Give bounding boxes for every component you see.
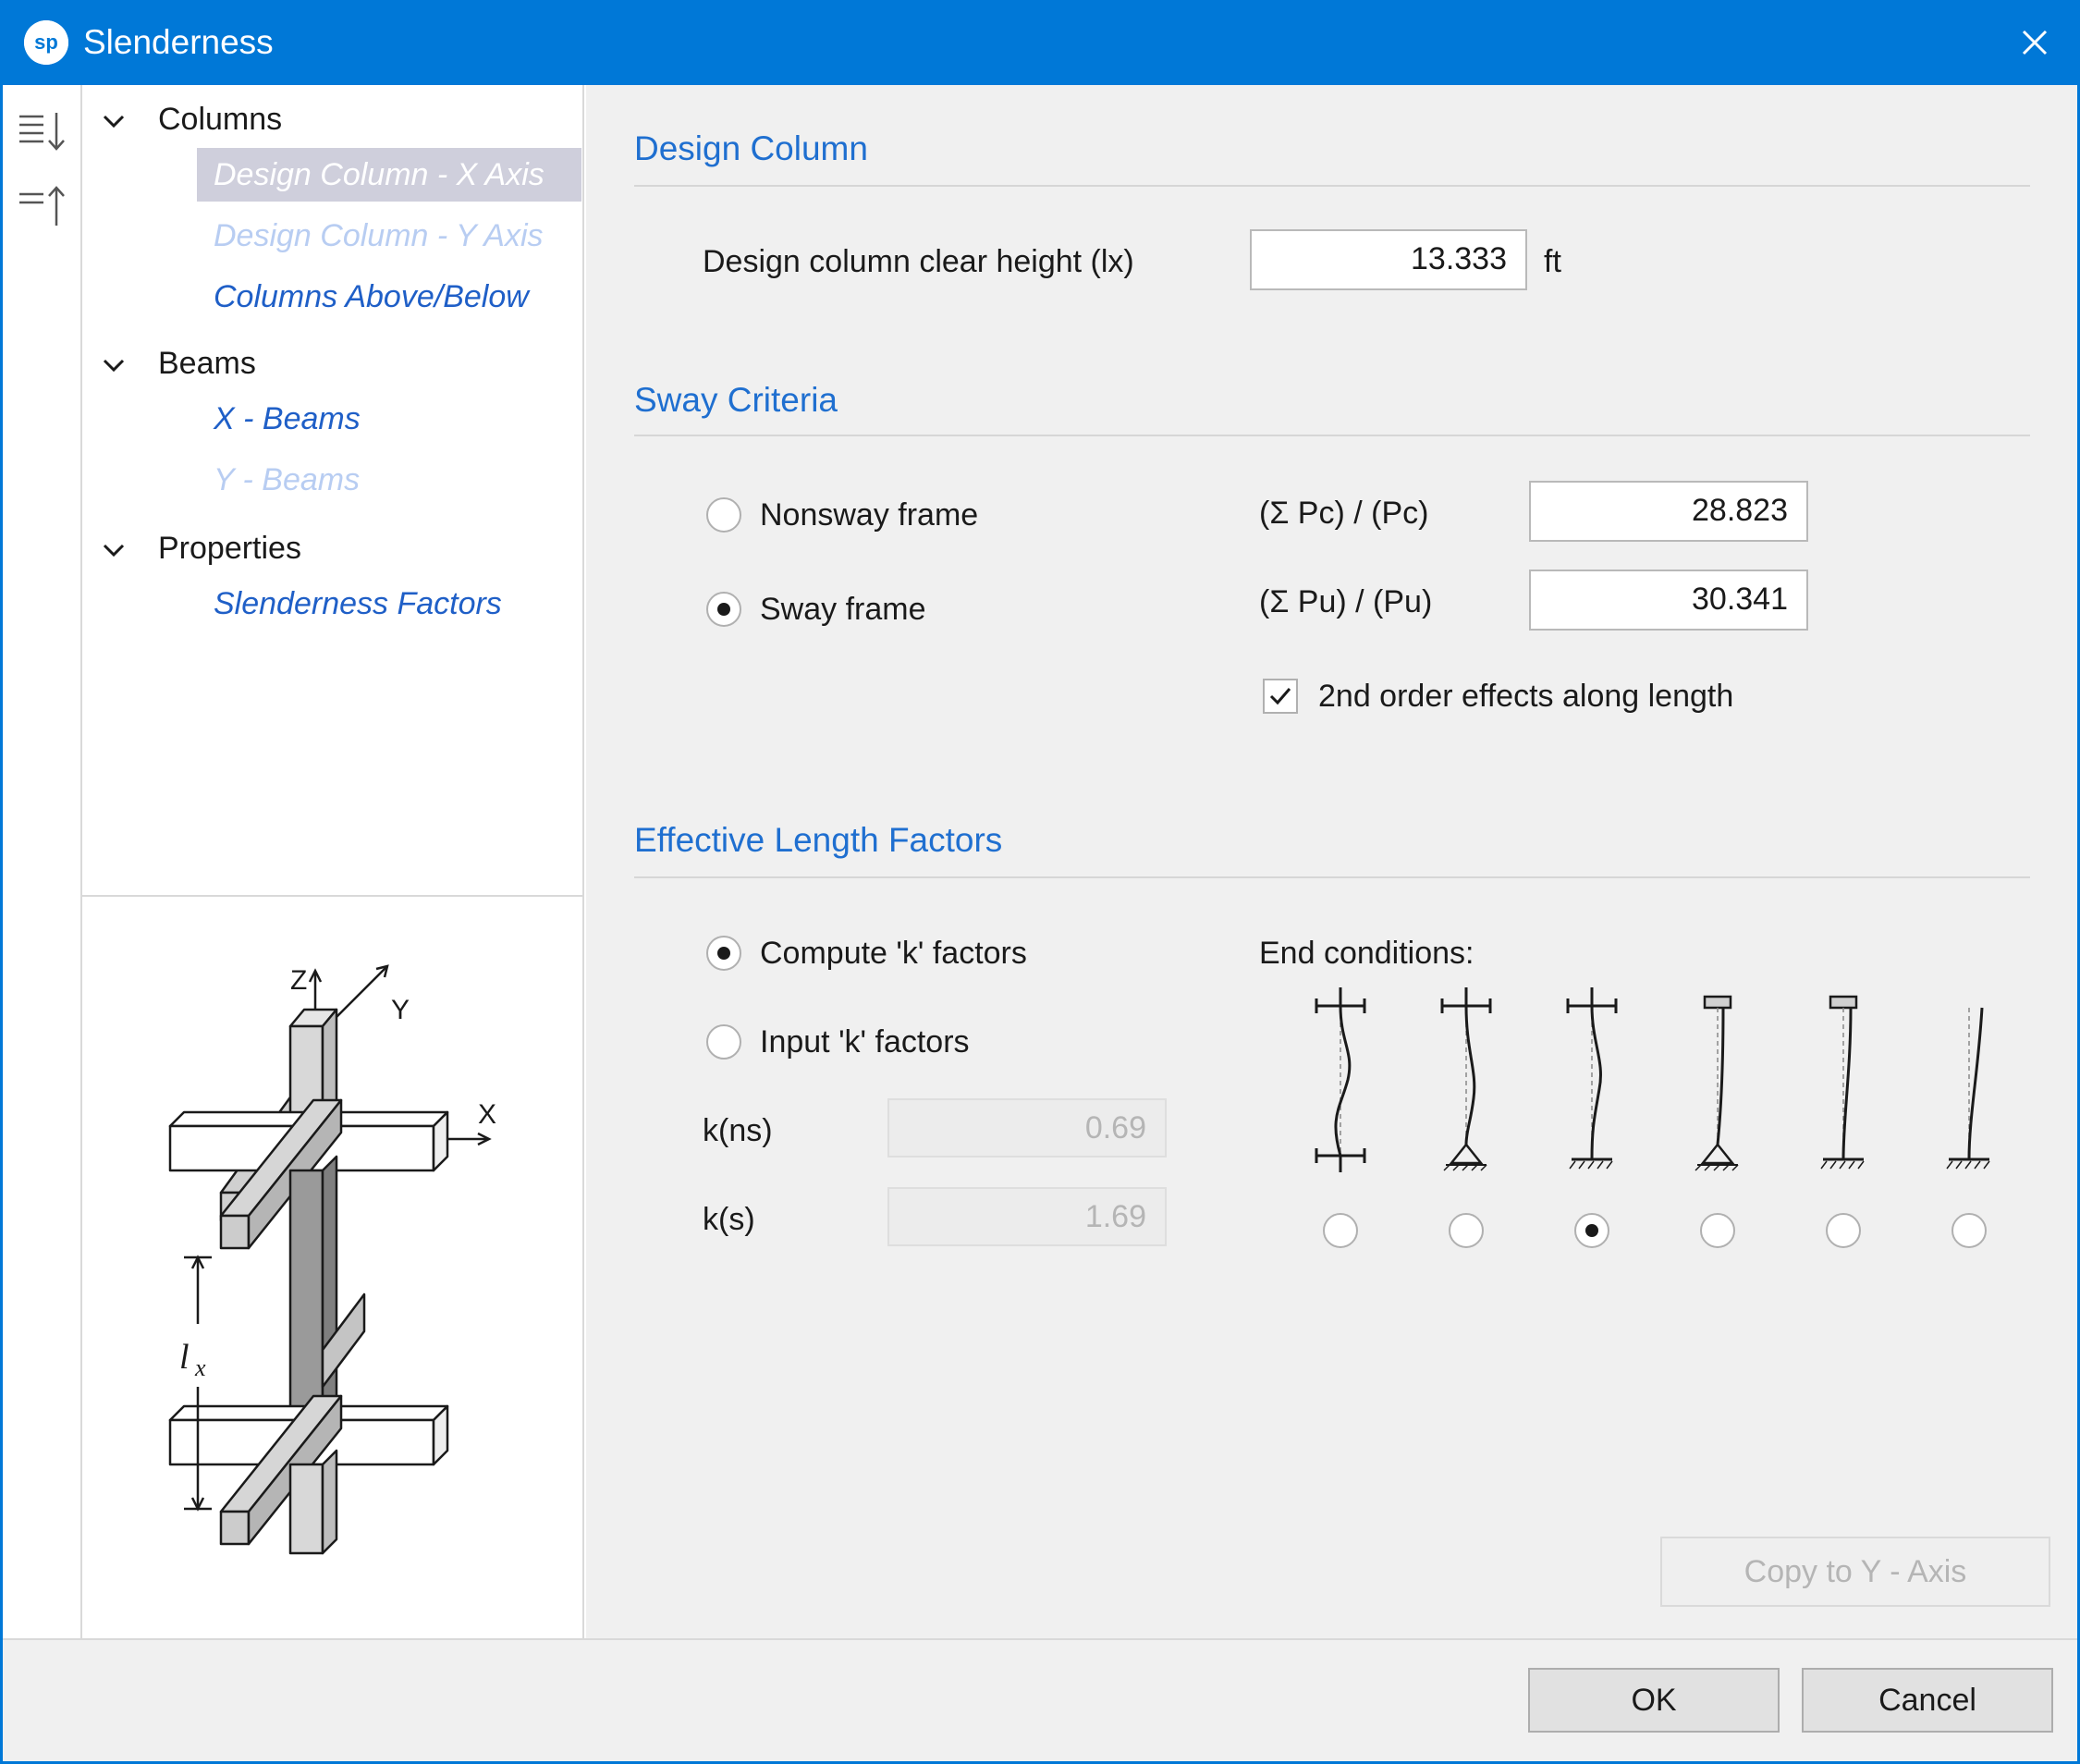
section-title-effective-length: Effective Length Factors	[634, 821, 1003, 859]
fixed-fixed-icon	[1303, 987, 1377, 1172]
section-divider	[634, 876, 2030, 878]
second-order-effects-label[interactable]: 2nd order effects along length	[1318, 673, 1733, 719]
ks-label: k(s)	[703, 1202, 755, 1237]
end-condition-radio-4[interactable]	[1700, 1213, 1735, 1248]
compute-k-factors-label[interactable]: Compute 'k' factors	[760, 930, 1027, 976]
column-diagram-panel: Z Y X l x	[82, 895, 584, 1638]
design-column-height-input[interactable]: 13.333	[1250, 229, 1527, 290]
sway-frame-label[interactable]: Sway frame	[760, 586, 926, 632]
section-divider	[634, 185, 2030, 187]
height-unit-label: ft	[1544, 244, 1561, 279]
input-k-factors-label[interactable]: Input 'k' factors	[760, 1019, 970, 1065]
left-toolbar	[3, 85, 82, 1638]
app-logo-icon: sp	[24, 20, 68, 65]
column-frame-diagram: Z Y X l x	[168, 964, 496, 1555]
tree-item-design-column-y: Design Column - Y Axis	[214, 218, 544, 253]
nonsway-frame-radio[interactable]	[706, 497, 741, 533]
end-condition-radio-1[interactable]	[1323, 1213, 1358, 1248]
end-condition-radio-2[interactable]	[1449, 1213, 1484, 1248]
fixed-fixed-base-icon	[1555, 987, 1629, 1172]
sum-pc-ratio-input[interactable]: 28.823	[1529, 481, 1808, 542]
sum-pc-ratio-label: (Σ Pc) / (Pc)	[1259, 496, 1429, 531]
end-condition-radio-3[interactable]	[1574, 1213, 1609, 1248]
tree-item-y-beams: Y - Beams	[214, 462, 361, 497]
tree-item-columns-above-below[interactable]: Columns Above/Below	[197, 270, 529, 324]
sum-pu-ratio-label: (Σ Pu) / (Pu)	[1259, 584, 1433, 619]
length-subscript: x	[194, 1354, 206, 1381]
tree-group-beams[interactable]: Beams	[158, 340, 256, 386]
guided-pinned-icon	[1681, 987, 1755, 1172]
section-divider	[634, 435, 2030, 436]
nonsway-frame-label[interactable]: Nonsway frame	[760, 492, 978, 538]
end-conditions-label: End conditions:	[1259, 936, 1474, 971]
fixed-pinned-icon	[1429, 987, 1503, 1172]
section-title-design-column: Design Column	[634, 129, 868, 167]
ks-input: 1.69	[887, 1187, 1167, 1246]
title-bar	[0, 0, 2080, 85]
kns-input: 0.69	[887, 1098, 1167, 1158]
window-title: Slenderness	[83, 23, 274, 61]
second-order-effects-checkbox[interactable]	[1263, 679, 1298, 714]
tree-item-slenderness-factors[interactable]: Slenderness Factors	[197, 577, 502, 631]
section-title-sway-criteria: Sway Criteria	[634, 381, 838, 419]
axis-z-label: Z	[290, 965, 307, 996]
input-k-factors-radio[interactable]	[706, 1024, 741, 1060]
design-column-height-label: Design column clear height (lx)	[703, 244, 1134, 279]
end-condition-radio-6[interactable]	[1952, 1213, 1987, 1248]
main-panel: Design Column Design column clear height…	[586, 85, 2077, 1638]
compute-k-factors-radio[interactable]	[706, 936, 741, 971]
cancel-button[interactable]: Cancel	[1802, 1668, 2053, 1733]
close-icon	[2022, 30, 2048, 55]
guided-fixed-icon	[1806, 987, 1880, 1172]
ok-button[interactable]: OK	[1528, 1668, 1780, 1733]
sway-frame-radio[interactable]	[706, 592, 741, 627]
expand-all-icon	[19, 113, 65, 151]
collapse-all-button[interactable]	[14, 178, 71, 229]
free-fixed-icon	[1932, 987, 2006, 1172]
sum-pu-ratio-input[interactable]: 30.341	[1529, 570, 1808, 631]
close-button[interactable]	[2006, 17, 2063, 68]
copy-to-y-axis-button: Copy to Y - Axis	[1660, 1537, 2050, 1607]
length-label: l	[179, 1338, 190, 1377]
tree-item-x-beams[interactable]: X - Beams	[197, 392, 361, 446]
chevron-down-icon[interactable]	[95, 348, 132, 385]
chevron-down-icon[interactable]	[95, 533, 132, 570]
end-condition-radio-5[interactable]	[1826, 1213, 1861, 1248]
expand-all-button[interactable]	[14, 105, 71, 157]
app-logo-text: sp	[34, 31, 58, 54]
collapse-all-icon	[19, 186, 65, 226]
dialog-footer: OK Cancel	[3, 1638, 2077, 1761]
chevron-down-icon[interactable]	[95, 104, 132, 141]
tree-group-columns[interactable]: Columns	[158, 96, 282, 142]
kns-label: k(ns)	[703, 1113, 773, 1148]
checkmark-icon	[1269, 688, 1291, 705]
axis-x-label: X	[478, 1099, 496, 1130]
axis-y-label: Y	[391, 995, 410, 1025]
tree-group-properties[interactable]: Properties	[158, 525, 301, 571]
navigation-tree: Columns Design Column - X Axis Design Co…	[82, 85, 584, 895]
tree-item-design-column-x[interactable]: Design Column - X Axis	[197, 148, 581, 202]
